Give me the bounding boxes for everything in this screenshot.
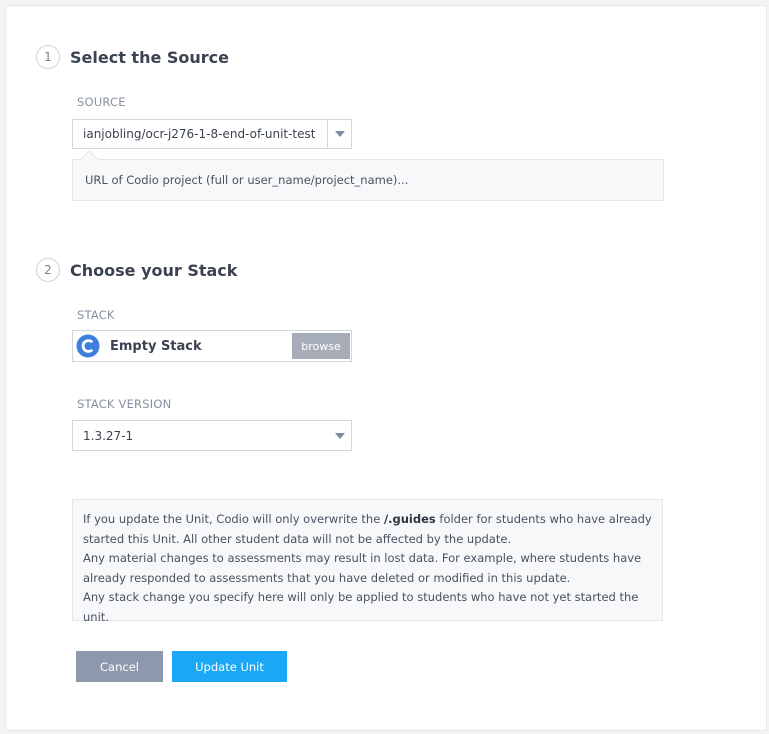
notice-text: If you update the Unit, Codio will only …: [83, 512, 384, 526]
source-hint-text: URL of Codio project (full or user_name/…: [85, 173, 409, 187]
update-unit-panel: 1 Select the Source SOURCE ianjobling/oc…: [5, 5, 767, 731]
source-select[interactable]: ianjobling/ocr-j276-1-8-end-of-unit-test: [72, 119, 352, 149]
source-label: SOURCE: [77, 95, 126, 109]
stack-version-select[interactable]: 1.3.27-1: [72, 420, 352, 451]
cancel-button[interactable]: Cancel: [76, 651, 163, 682]
step-number: 1: [36, 45, 60, 69]
update-unit-button[interactable]: Update Unit: [172, 651, 287, 682]
step-title: Select the Source: [70, 47, 230, 67]
update-notice: If you update the Unit, Codio will only …: [72, 499, 663, 624]
chevron-down-icon: [334, 432, 345, 439]
hint-caret: [80, 150, 99, 169]
step-title: Choose your Stack: [70, 260, 238, 280]
stack-selector[interactable]: Empty Stack browse: [72, 330, 352, 362]
notice-line-3: Any stack change you specify here will o…: [83, 590, 639, 624]
notice-line-2: Any material changes to assessments may …: [83, 551, 642, 585]
stack-version-dropdown-toggle[interactable]: [328, 421, 351, 450]
step-choose-stack: 2 Choose your Stack: [36, 258, 237, 282]
source-dropdown-toggle[interactable]: [327, 120, 351, 148]
browse-button[interactable]: browse: [292, 333, 350, 359]
guides-folder-name: /.guides: [383, 512, 436, 526]
source-hint: URL of Codio project (full or user_name/…: [72, 150, 664, 201]
codio-logo-icon: [76, 334, 100, 358]
source-value: ianjobling/ocr-j276-1-8-end-of-unit-test: [83, 127, 316, 141]
stack-version-value: 1.3.27-1: [83, 428, 134, 443]
step-select-source: 1 Select the Source: [36, 45, 229, 69]
stack-label: STACK: [77, 308, 115, 322]
stack-name: Empty Stack: [110, 338, 202, 354]
notice-line-1: If you update the Unit, Codio will only …: [83, 510, 652, 549]
chevron-down-icon: [334, 131, 345, 137]
stack-version-label: STACK VERSION: [77, 397, 172, 411]
step-number: 2: [36, 258, 60, 282]
